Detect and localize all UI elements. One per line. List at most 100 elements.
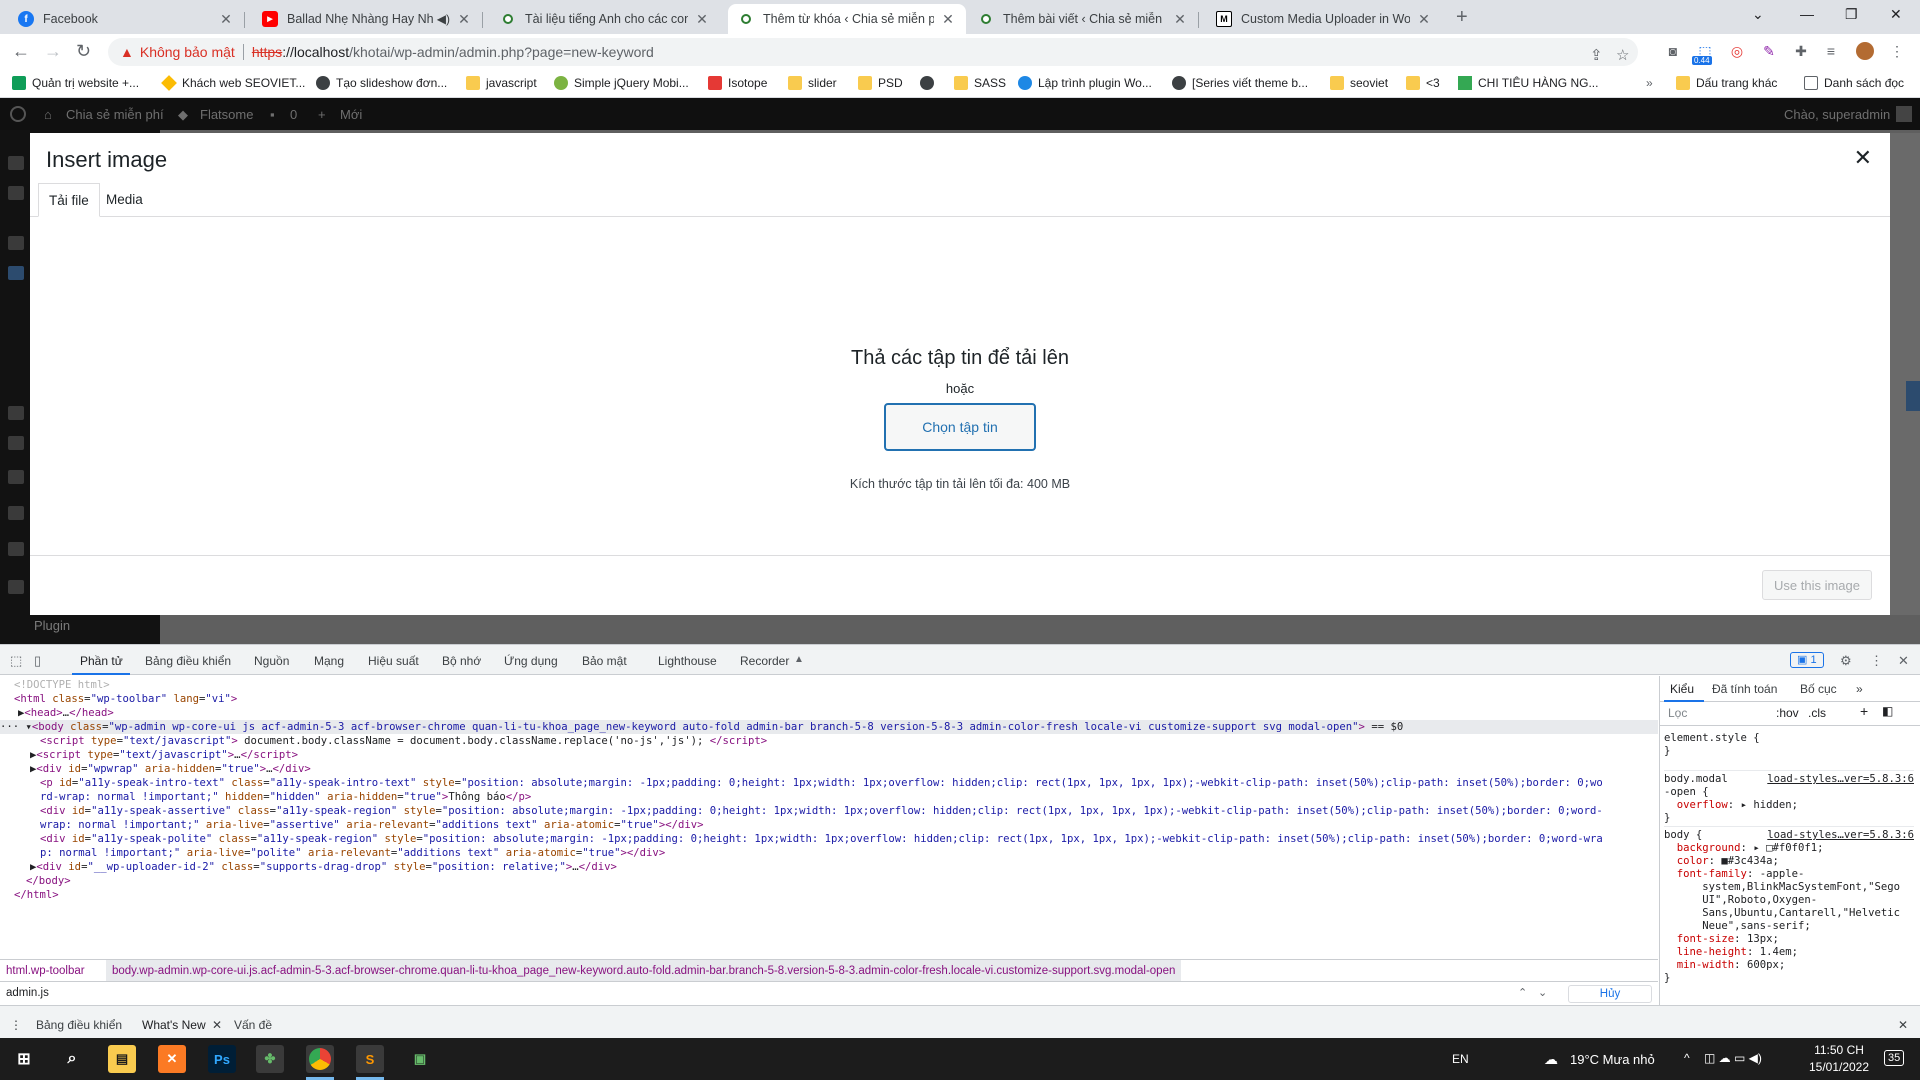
style-rule-element[interactable]: element.style {} (1664, 732, 1914, 758)
close-icon[interactable]: ✕ (1898, 653, 1909, 669)
dom-node[interactable]: rd-wrap: normal !important;" hidden="hid… (40, 790, 1658, 804)
tab-computed[interactable]: Đã tính toán (1712, 683, 1777, 696)
extensions-puzzle-icon[interactable]: ✚ (1792, 42, 1810, 60)
input-language[interactable]: EN (1452, 1052, 1469, 1066)
close-icon[interactable]: ✕ (1898, 1018, 1908, 1032)
plus-icon[interactable]: + (318, 107, 326, 122)
bookmark-item[interactable]: Isotope (708, 76, 767, 90)
bookmark-star-icon[interactable]: ☆ (1616, 46, 1629, 64)
tab-security[interactable]: Bảo mật (582, 654, 627, 668)
user-avatar[interactable] (1896, 106, 1912, 122)
comment-icon[interactable] (8, 506, 24, 520)
dom-node[interactable]: ▶<head>…</head> (18, 706, 1658, 720)
bookmark-folder[interactable]: slider (788, 76, 837, 90)
forward-arrow-icon[interactable]: → (44, 42, 62, 60)
tab-tai-lieu[interactable]: Tài liệu tiếng Anh cho các con – C ✕ (490, 4, 720, 34)
tab-recorder[interactable]: Recorder (740, 654, 789, 668)
browser-menu-icon[interactable]: ⋮ (1888, 42, 1906, 60)
dom-node[interactable]: ▶<div id="wpwrap" aria-hidden="true">…</… (30, 762, 1658, 776)
bookmark-folder-other[interactable]: Dấu trang khác (1676, 76, 1777, 90)
home-icon[interactable]: ⌂ (44, 107, 52, 122)
clover-icon[interactable]: ✤ (256, 1045, 284, 1073)
tab-upload[interactable]: Tải file (38, 183, 100, 217)
sidebar-toggle-icon[interactable]: ◧ (1882, 705, 1893, 718)
search-input[interactable]: admin.js (6, 987, 49, 999)
style-rule-body[interactable]: body {load-styles…ver=5.8.3:6 background… (1664, 826, 1914, 985)
palette-icon[interactable]: ◆ (178, 107, 188, 123)
comment-icon[interactable]: ▪ (270, 107, 275, 122)
tab-styles[interactable]: Kiểu (1670, 683, 1694, 696)
tray-icons[interactable]: ◫ ☁ ▭ ◀) (1704, 1051, 1762, 1065)
dom-node[interactable]: p: normal !important;" aria-live="polite… (40, 846, 1658, 860)
dom-node[interactable]: ▶<div id="__wp-uploader-id-2" class="sup… (30, 860, 1658, 874)
camera-icon[interactable]: ◙ (1664, 42, 1682, 60)
close-icon[interactable]: ✕ (694, 11, 710, 28)
tab-elements[interactable]: Phần tử (80, 654, 123, 668)
tab-application[interactable]: Ứng dụng (504, 654, 558, 668)
cloud-icon[interactable]: ☁ (1544, 1051, 1558, 1068)
windows-start-icon[interactable]: ⊞ (10, 1045, 38, 1073)
clock-time[interactable]: 11:50 CH (1804, 1043, 1874, 1057)
dashboard-icon[interactable] (8, 156, 24, 170)
breadcrumb-body[interactable]: body.wp-admin.wp-core-ui.js.acf-admin-5-… (106, 960, 1182, 981)
dom-node[interactable]: <script type="text/javascript"> document… (40, 734, 1658, 748)
add-rule-icon[interactable]: + (1860, 704, 1868, 718)
window-close-button[interactable]: ✕ (1890, 6, 1902, 23)
dom-node[interactable]: <div id="a11y-speak-assertive" class="a1… (40, 804, 1658, 818)
sticky-notes-icon[interactable]: ▤ (108, 1045, 136, 1073)
close-icon[interactable]: ✕ (940, 11, 956, 28)
media-icon[interactable] (8, 406, 24, 420)
wordpress-logo-icon[interactable] (10, 106, 26, 122)
dom-node[interactable]: <html class="wp-toolbar" lang="vi"> (14, 692, 1658, 706)
cls-toggle[interactable]: .cls (1808, 707, 1826, 720)
tab-them-tu-khoa[interactable]: Thêm từ khóa ‹ Chia sẻ miễn phí ✕ (728, 4, 966, 34)
tab-media[interactable]: Media (96, 183, 153, 217)
maximize-button[interactable]: ❐ (1845, 6, 1858, 23)
hov-toggle[interactable]: :hov (1776, 707, 1799, 720)
speaker-icon[interactable]: ◀) (437, 12, 450, 26)
chrome-icon[interactable] (306, 1045, 334, 1073)
reading-list-icon[interactable]: ≡ (1822, 42, 1840, 60)
select-files-button[interactable]: Chọn tập tin (884, 403, 1036, 451)
search-icon[interactable]: ⌕ (58, 1045, 86, 1073)
bookmark-item[interactable]: Khách web SEOVIET... (161, 75, 305, 91)
photoshop-icon[interactable]: Ps (208, 1045, 236, 1073)
wp-site-name[interactable]: Chia sẻ miễn phí (66, 107, 164, 122)
bookmark-item[interactable]: CHI TIÊU HÀNG NG... (1458, 76, 1598, 90)
dom-node-selected[interactable]: ··· ▾<body class="wp-admin wp-core-ui js… (0, 720, 1658, 734)
more-bookmarks-icon[interactable]: » (1646, 76, 1653, 90)
search-cancel-button[interactable]: Hủy (1568, 985, 1652, 1003)
issues-badge[interactable]: ▣ 1 (1790, 652, 1824, 668)
bookmark-folder[interactable]: <3 (1406, 76, 1440, 90)
inspect-icon[interactable]: ⬚ (10, 653, 22, 669)
bookmark-folder[interactable]: seoviet (1330, 76, 1388, 90)
tab-lighthouse[interactable]: Lighthouse (658, 654, 717, 668)
pen-extension-icon[interactable]: ✎ (1760, 42, 1778, 60)
security-warning[interactable]: ▲ Không bảo mật (120, 44, 235, 60)
close-icon[interactable]: ✕ (456, 11, 472, 28)
tab-console[interactable]: Bảng điều khiển (145, 654, 231, 668)
tab-layout[interactable]: Bố cục (1800, 683, 1837, 696)
menu-icon[interactable] (8, 186, 24, 200)
search-next-icon[interactable]: ⌄ (1538, 986, 1547, 999)
dom-node[interactable]: ▶<script type="text/javascript">…</scrip… (30, 748, 1658, 762)
style-rule-modal-open[interactable]: body.modal load-styles…ver=5.8.3:6 -open … (1664, 770, 1914, 825)
chevron-up-icon[interactable]: ^ (1684, 1051, 1690, 1065)
bookmark-folder[interactable]: PSD (858, 76, 903, 90)
bookmark-item[interactable]: Lập trình plugin Wo... (1018, 76, 1152, 90)
tab-sources[interactable]: Nguồn (254, 654, 289, 668)
new-tab-button[interactable]: + (1456, 6, 1468, 29)
settings-icon[interactable] (8, 580, 24, 594)
tab-search-chevron-icon[interactable]: ⌄ (1752, 6, 1764, 23)
tab-memory[interactable]: Bộ nhớ (442, 654, 481, 668)
drawer-tab-issues[interactable]: Vấn đề (234, 1018, 272, 1032)
wp-theme-link[interactable]: Flatsome (200, 107, 253, 122)
dom-tree[interactable]: <!DOCTYPE html> <html class="wp-toolbar"… (0, 676, 1658, 959)
profile-avatar[interactable] (1856, 42, 1874, 60)
wp-new-link[interactable]: Mới (340, 107, 362, 122)
breadcrumb-html[interactable]: html.wp-toolbar (6, 960, 85, 981)
xampp-icon[interactable]: ✕ (158, 1045, 186, 1073)
dom-node[interactable]: <div id="a11y-speak-polite" class="a11y-… (40, 832, 1658, 846)
dom-node[interactable]: <p id="a11y-speak-intro-text" class="a11… (40, 776, 1658, 790)
bookmark-item[interactable]: Quản trị website +... (12, 76, 139, 90)
